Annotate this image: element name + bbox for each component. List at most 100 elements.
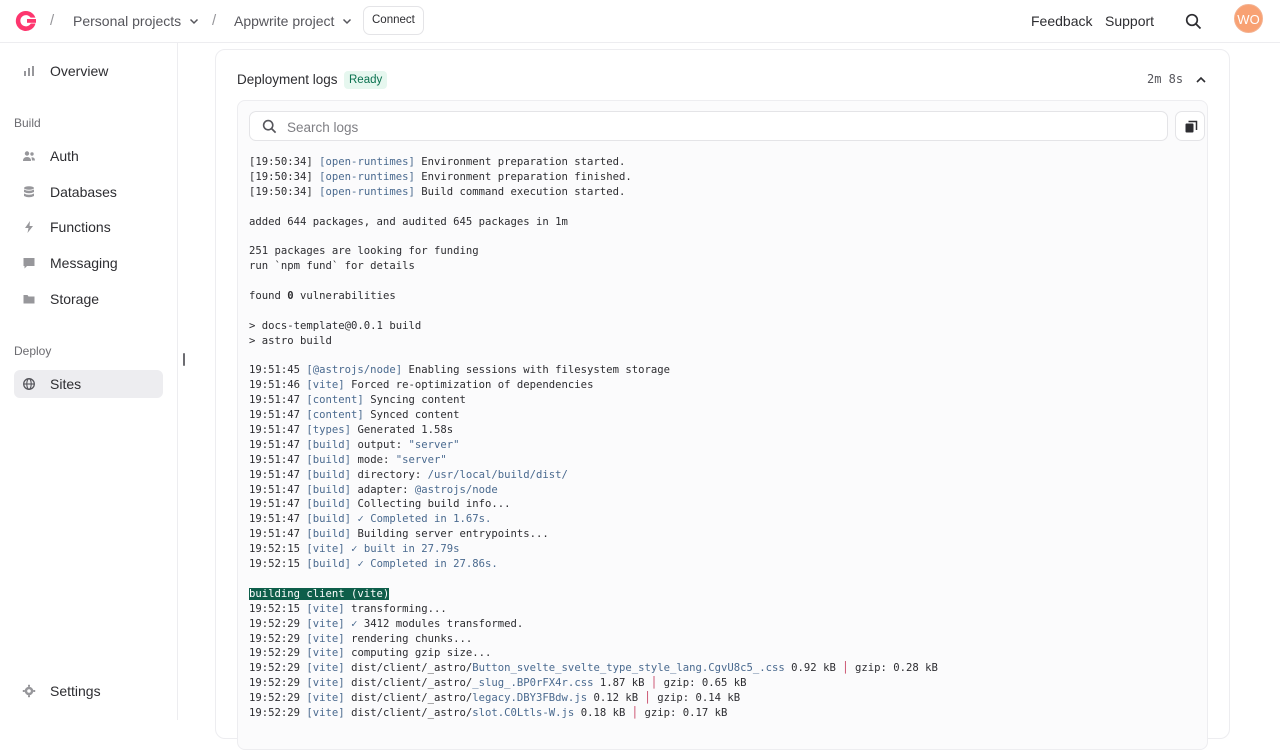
top-bar: / Personal projects / Appwrite project C… [0,0,1280,43]
sidebar-item-databases[interactable]: Databases [14,178,163,206]
log-blank-line [249,349,1199,364]
appwrite-logo-icon[interactable] [14,9,38,33]
log-tag: [content] [306,394,364,407]
bar-chart-icon [24,66,34,76]
avatar[interactable]: WO [1234,4,1263,33]
log-value: slot.C0Ltls-W.js [472,706,575,719]
log-message: mode: [357,453,396,466]
log-size: 0.92 kB [784,662,843,675]
log-message: > docs-template@0.0.1 build [249,319,422,332]
breadcrumb-separator: / [212,12,217,29]
log-blank-line [249,229,1199,244]
sidebar: Overview Build Auth Databases Functions … [0,43,178,720]
log-tag: [build] [306,483,352,496]
breadcrumb-project[interactable]: Appwrite project [234,13,352,29]
sidebar-item-messaging[interactable]: Messaging [14,249,163,277]
support-link[interactable]: Support [1105,13,1154,29]
log-tag: [open-runtimes] [319,185,415,198]
connect-button[interactable]: Connect [363,6,424,35]
log-tag: [types] [306,424,352,437]
logs-panel: [19:50:34] [open-runtimes] Environment p… [237,100,1208,750]
chat-icon [23,258,35,269]
log-value: _slug_.BP0rFX4r.css [472,677,594,690]
log-timestamp: 19:52:15 [249,602,307,615]
log-message: vulnerabilities [293,290,396,303]
log-tag: [vite] [306,379,345,392]
log-message: transforming... [351,602,447,615]
log-message: Building server entrypoints... [357,528,549,541]
log-blank-line [249,274,1199,289]
log-tag: [open-runtimes] [319,170,415,183]
log-timestamp: 19:51:47 [249,513,307,526]
log-line: 19:52:29 [vite] rendering chunks... [249,632,1199,647]
log-tag: [content] [306,409,364,422]
log-line: [19:50:34] [open-runtimes] Build command… [249,185,1199,200]
breadcrumb-org-label: Personal projects [73,13,182,29]
copy-logs-button[interactable] [1175,111,1205,141]
log-line: 19:51:47 [build] directory: /usr/local/b… [249,468,1199,483]
log-message: adapter: [357,483,415,496]
chevron-down-icon [190,18,199,25]
log-line: 19:51:47 [build] output: "server" [249,438,1199,453]
feedback-link[interactable]: Feedback [1031,13,1092,29]
copy-icon [1185,120,1198,133]
log-line: 19:51:47 [content] Syncing content [249,393,1199,408]
sidebar-item-storage[interactable]: Storage [14,285,163,313]
sidebar-item-auth[interactable]: Auth [14,142,163,170]
log-timestamp: [19:50:34] [249,156,320,168]
log-tag: [vite] [306,662,345,675]
build-duration: 2m 8s [1147,72,1184,86]
log-line: 19:52:15 [vite] transforming... [249,602,1199,617]
log-timestamp: 19:51:47 [249,438,307,451]
deployment-logs-title: Deployment logs [237,72,338,87]
lightning-icon [25,221,33,233]
search-logs-field[interactable] [249,111,1168,141]
log-line: 19:52:29 [vite] ✓ 3412 modules transform… [249,617,1199,632]
search-logs-input[interactable] [287,116,1147,138]
log-tag: [build] [306,438,352,451]
sidebar-item-sites[interactable]: Sites [14,370,163,398]
log-gzip: gzip: 0.28 kB [848,662,938,675]
log-message: 3412 modules transformed. [357,617,524,630]
log-line: [19:50:34] [open-runtimes] Environment p… [249,155,1199,170]
chevron-up-icon[interactable] [1195,74,1207,86]
log-line: 19:51:47 [build] ✓ Completed in 1.67s. [249,512,1199,527]
log-tag: [vite] [306,677,345,690]
log-timestamp: 19:52:29 [249,692,307,705]
sidebar-resize-handle[interactable] [183,353,185,366]
sidebar-item-overview[interactable]: Overview [14,57,163,85]
log-value: legacy.DBY3FBdw.js [472,692,588,705]
breadcrumb-org[interactable]: Personal projects [73,13,199,29]
log-timestamp: 19:52:29 [249,706,307,719]
users-icon [23,151,35,161]
log-message: Generated 1.58s [357,424,454,437]
log-line: found 0 vulnerabilities [249,289,1199,304]
log-line: 19:52:15 [vite] ✓ built in 27.79s [249,542,1199,557]
sidebar-item-settings[interactable]: Settings [14,677,163,705]
log-highlight: building client (vite) [249,587,390,600]
sidebar-item-label: Storage [50,291,100,307]
log-line: added 644 packages, and audited 645 pack… [249,215,1199,230]
log-timestamp: 19:51:47 [249,453,307,466]
log-line: building client (vite) [249,587,1199,602]
log-timestamp: 19:51:47 [249,409,307,422]
log-tag: [build] [306,468,352,481]
log-tag: [build] [306,453,352,466]
log-line: 19:51:47 [build] Building server entrypo… [249,527,1199,542]
log-line: 19:51:46 [vite] Forced re-optimization o… [249,378,1199,393]
log-line: 19:52:29 [vite] dist/client/_astro/Butto… [249,661,1199,676]
sidebar-item-functions[interactable]: Functions [14,213,163,241]
search-icon [262,119,277,134]
log-tag: [vite] [306,632,345,645]
log-message: Collecting build info... [357,498,511,511]
log-value: ✓ built in 27.79s [351,543,460,556]
log-size: 1.87 kB [593,677,651,690]
log-line: > docs-template@0.0.1 build [249,319,1199,334]
log-message: dist/client/_astro/ [351,706,473,719]
log-value: "server" [395,453,447,466]
log-message: computing gzip size... [351,647,492,660]
search-icon[interactable] [1185,13,1202,30]
log-message: Environment preparation started. [421,156,626,168]
log-tag: [vite] [306,543,345,556]
gear-icon [22,684,36,698]
